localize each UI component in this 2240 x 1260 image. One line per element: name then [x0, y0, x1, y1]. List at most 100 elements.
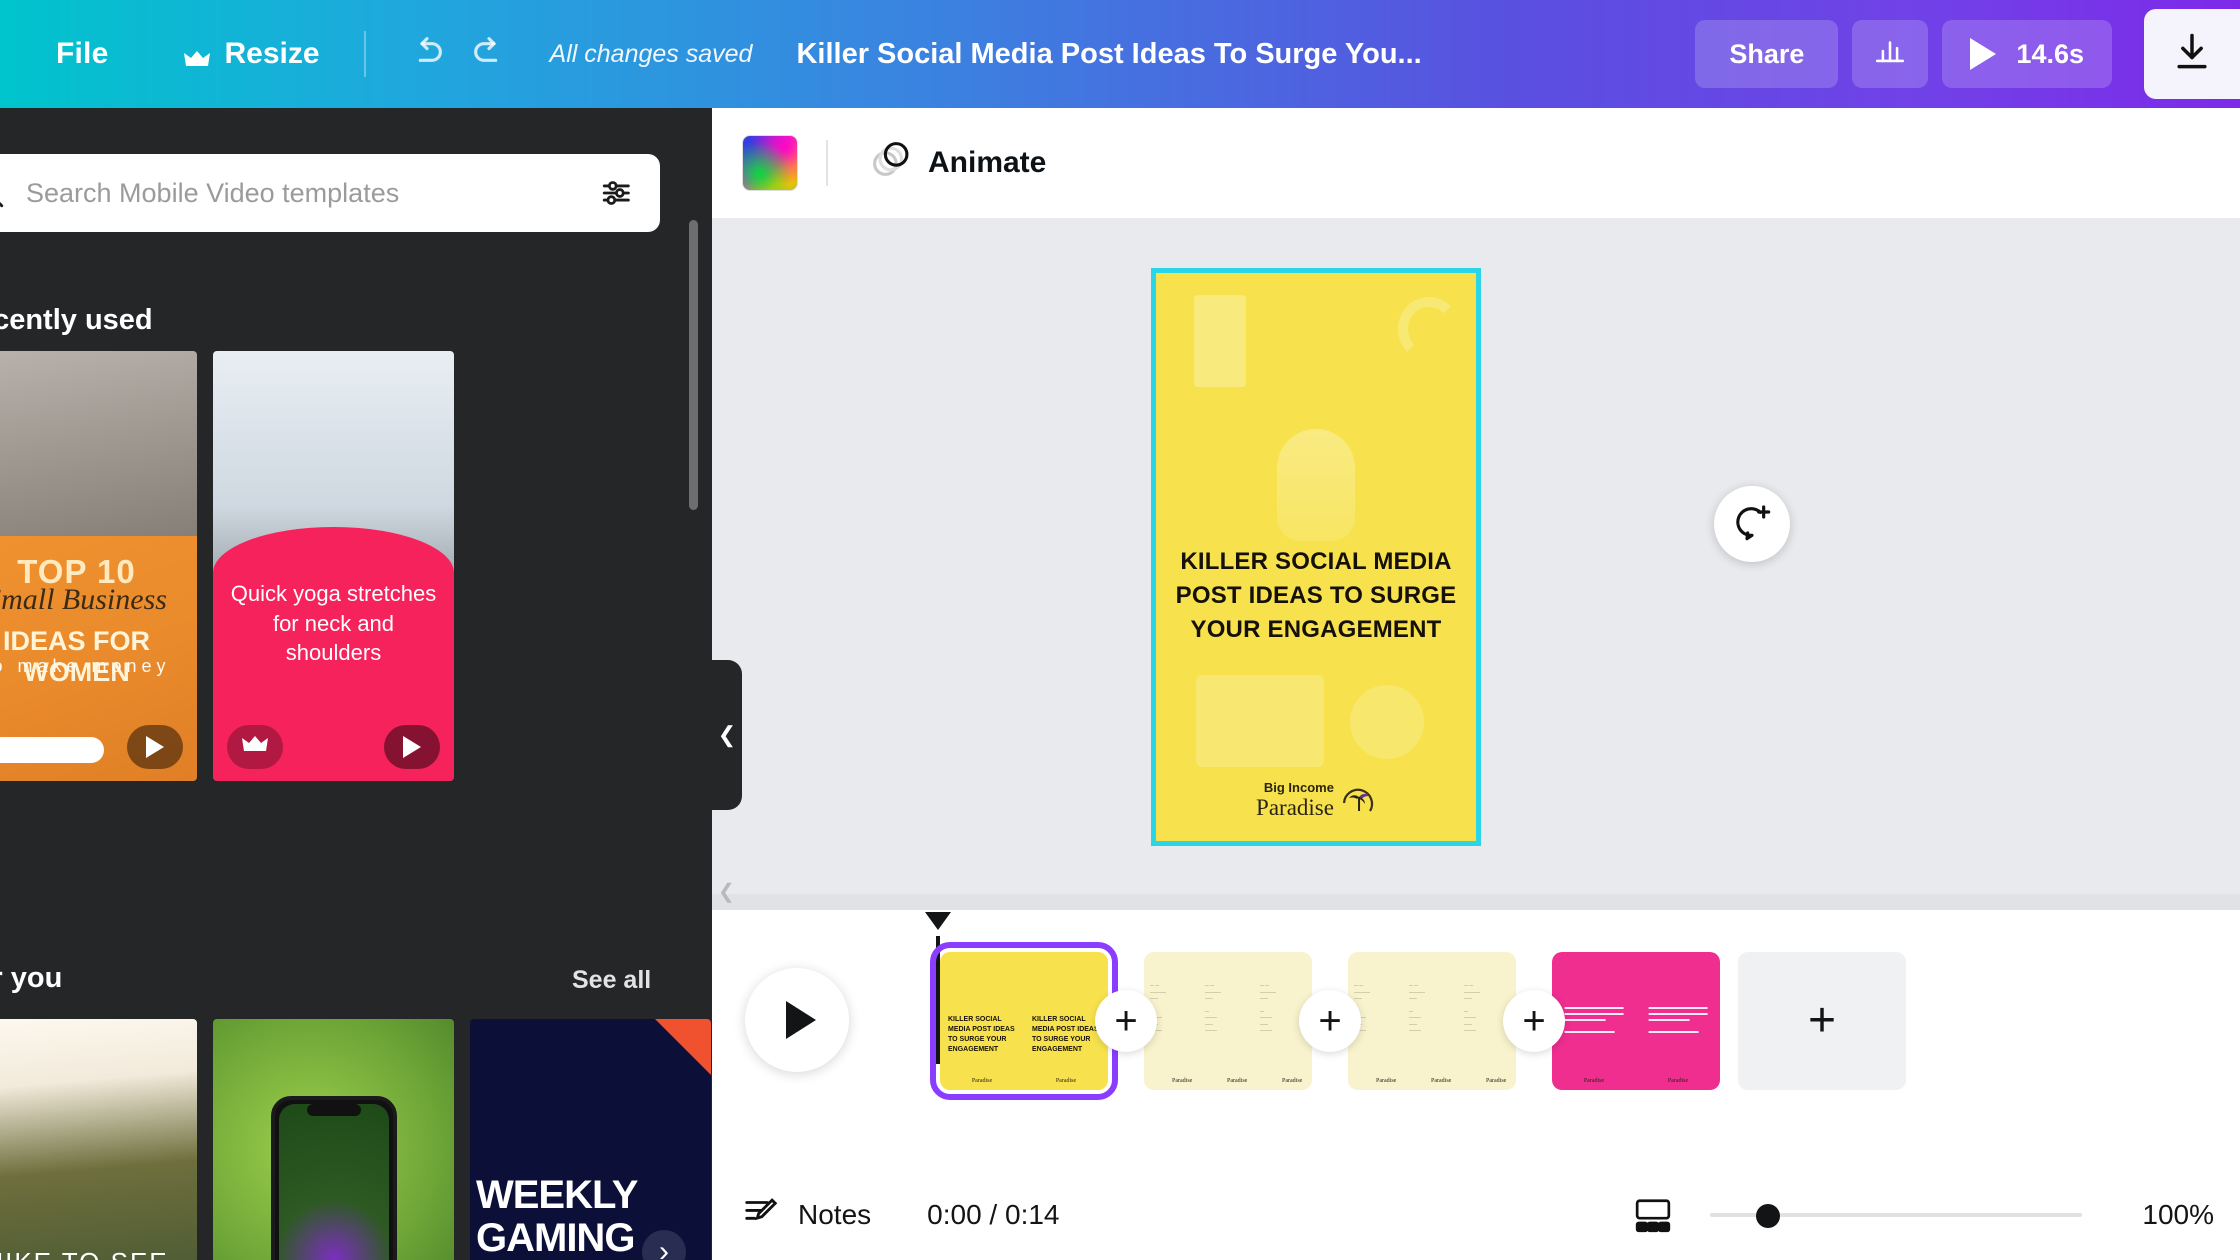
slide-logo: Paradise [1376, 1078, 1397, 1084]
chevron-right-icon: › [659, 1235, 669, 1260]
timeline-slide-2[interactable]: — — ———— —— ——— — — ———— — — — ——— —— ——— — — ———— — … [1144, 952, 1312, 1090]
timeline: KILLER SOCIAL MEDIA POST IDEAS TO SURGE … [712, 910, 2240, 1170]
animate-label: Animate [928, 146, 1047, 179]
zoom-slider-knob[interactable] [1756, 1204, 1780, 1228]
decor-circle [1350, 685, 1424, 759]
decor-rect [1194, 295, 1246, 387]
design-title[interactable]: Killer Social Media Post Ideas To Surge … [796, 38, 1421, 71]
bar-chart-icon [1873, 34, 1907, 75]
editor-toolbar: Animate [712, 108, 2240, 218]
card-url-pill [0, 737, 104, 763]
toolbar-divider [363, 31, 366, 77]
template-card-hike-to-see-the-wonder[interactable]: HIKE TO SEE THE WONDER ⟩⟩⟩ [0, 1019, 197, 1260]
play-icon [146, 736, 164, 758]
sidebar-scrollbar[interactable] [689, 220, 698, 510]
share-label: Share [1729, 38, 1805, 69]
template-card-spring-time[interactable]: Spring Time [213, 1019, 454, 1260]
template-card-quick-yoga-stretches[interactable]: Quick yoga stretches for neck and should… [213, 351, 454, 781]
card-play-button[interactable] [127, 725, 183, 769]
slide-text-col: — ———————————————— [1354, 982, 1370, 1033]
add-page-button[interactable]: + [1738, 952, 1906, 1090]
redo-icon [469, 32, 509, 77]
sidebar-collapse-button[interactable]: ❮ [712, 660, 742, 810]
zoom-level-label: 100% [2142, 1199, 2214, 1230]
search-input[interactable] [26, 177, 600, 209]
time-display: 0:00 / 0:14 [927, 1199, 1060, 1230]
animate-button[interactable]: Animate [856, 129, 1060, 197]
template-card-weekly-gaming-update[interactable]: WEEKLY GAMING UPDATE [470, 1019, 711, 1260]
slide-logo: Paradise [1667, 1078, 1689, 1084]
recently-used-title: Recently used [0, 304, 153, 336]
canvas-horizontal-scrollbar[interactable]: ❮ [712, 881, 2240, 910]
download-button[interactable] [2144, 9, 2240, 99]
undo-icon [407, 32, 447, 77]
add-slide-button-2[interactable]: + [1299, 990, 1361, 1052]
color-picker-swatch[interactable] [742, 135, 798, 191]
page-headline[interactable]: KILLER SOCIAL MEDIA POST IDEAS TO SURGE … [1170, 545, 1462, 647]
slide-logo: Paradise [1486, 1078, 1507, 1084]
decor-portrait [1277, 429, 1355, 541]
slides-strip: KILLER SOCIAL MEDIA POST IDEAS TO SURGE … [930, 942, 1906, 1100]
share-button[interactable]: Share [1695, 20, 1839, 88]
slide-logo: Paradise [1055, 1078, 1077, 1084]
templates-sidebar: Recently used TOP 10 Small Business IDEA… [0, 108, 712, 1260]
slide-half-right: Paradise [1636, 952, 1720, 1090]
add-slide-button-1[interactable]: + [1095, 990, 1157, 1052]
filter-sliders-icon[interactable] [600, 176, 634, 210]
crown-icon [242, 735, 268, 760]
plus-icon: + [1114, 999, 1138, 1043]
save-status: All changes saved [549, 39, 753, 68]
see-all-link[interactable]: See all [572, 966, 651, 995]
slide-title: KILLER SOCIAL MEDIA POST IDEAS TO SURGE … [1032, 1016, 1099, 1053]
brand-logo-text: Big Income Paradise [1256, 781, 1334, 819]
slide-title: KILLER SOCIAL MEDIA POST IDEAS TO SURGE … [948, 1016, 1015, 1053]
plus-icon: + [1807, 994, 1837, 1047]
notes-pencil-icon [742, 1193, 780, 1238]
card-line-1: HIKE TO SEE [0, 1243, 197, 1260]
timeline-slide-3[interactable]: — — ———— —— ——— — — ———— — — — ——— —— ——— — — ———— — … [1348, 952, 1516, 1090]
card-text: HIKE TO SEE THE WONDER [0, 1243, 197, 1260]
add-comment-button[interactable] [1714, 486, 1790, 562]
search-bar[interactable] [0, 154, 660, 232]
zoom-slider[interactable] [1710, 1204, 2082, 1228]
card-pro-badge[interactable] [227, 725, 283, 769]
brand-logo[interactable]: Big Income Paradise [1256, 781, 1376, 819]
timeline-slide-1[interactable]: KILLER SOCIAL MEDIA POST IDEAS TO SURGE … [930, 942, 1118, 1100]
card-line-1: WEEKLY [476, 1172, 638, 1217]
slide-text-col: — ———————————————— [1150, 982, 1166, 1033]
card-play-button[interactable] [384, 725, 440, 769]
canvas-area[interactable]: KILLER SOCIAL MEDIA POST IDEAS TO SURGE … [712, 218, 2240, 910]
plus-icon: + [1522, 999, 1546, 1043]
search-bar-container [0, 154, 660, 232]
slide-logo: Paradise [1172, 1078, 1193, 1084]
timeline-slide-4[interactable]: Paradise Paradise [1552, 952, 1720, 1090]
notes-button[interactable]: Notes [742, 1193, 871, 1238]
redo-button[interactable] [458, 23, 520, 85]
resize-button[interactable]: Resize [170, 25, 333, 83]
play-icon [1970, 38, 1997, 70]
phone-mockup [270, 1096, 397, 1260]
plus-icon: + [1318, 999, 1342, 1043]
grid-view-button[interactable] [1632, 1196, 1674, 1234]
timeline-play-button[interactable] [745, 968, 849, 1072]
preview-play-button[interactable]: 14.6s [1942, 20, 2112, 88]
toolbar-divider [826, 140, 828, 186]
resize-label: Resize [224, 37, 320, 70]
play-icon [403, 736, 421, 758]
slide-text-lines [1648, 1007, 1708, 1037]
decor-block [1196, 675, 1324, 767]
template-card-top-10-small-business[interactable]: TOP 10 Small Business IDEAS FOR WOMEN to… [0, 351, 197, 781]
card-corner-accent [655, 1019, 711, 1075]
insights-button[interactable] [1852, 20, 1929, 88]
card-photo [0, 1019, 197, 1260]
palm-tree-icon [1340, 783, 1376, 819]
animate-circles-icon [870, 139, 910, 187]
file-menu-button[interactable]: File [42, 25, 122, 83]
status-bar: Notes 0:00 / 0:14 100% [712, 1170, 2240, 1260]
add-slide-button-3[interactable]: + [1503, 990, 1565, 1052]
undo-button[interactable] [396, 23, 458, 85]
design-page[interactable]: KILLER SOCIAL MEDIA POST IDEAS TO SURGE … [1151, 268, 1481, 846]
playhead-marker[interactable] [925, 912, 951, 930]
status-bar-right: 100% [1632, 1196, 2214, 1234]
slide-text-lines [1564, 1007, 1624, 1037]
